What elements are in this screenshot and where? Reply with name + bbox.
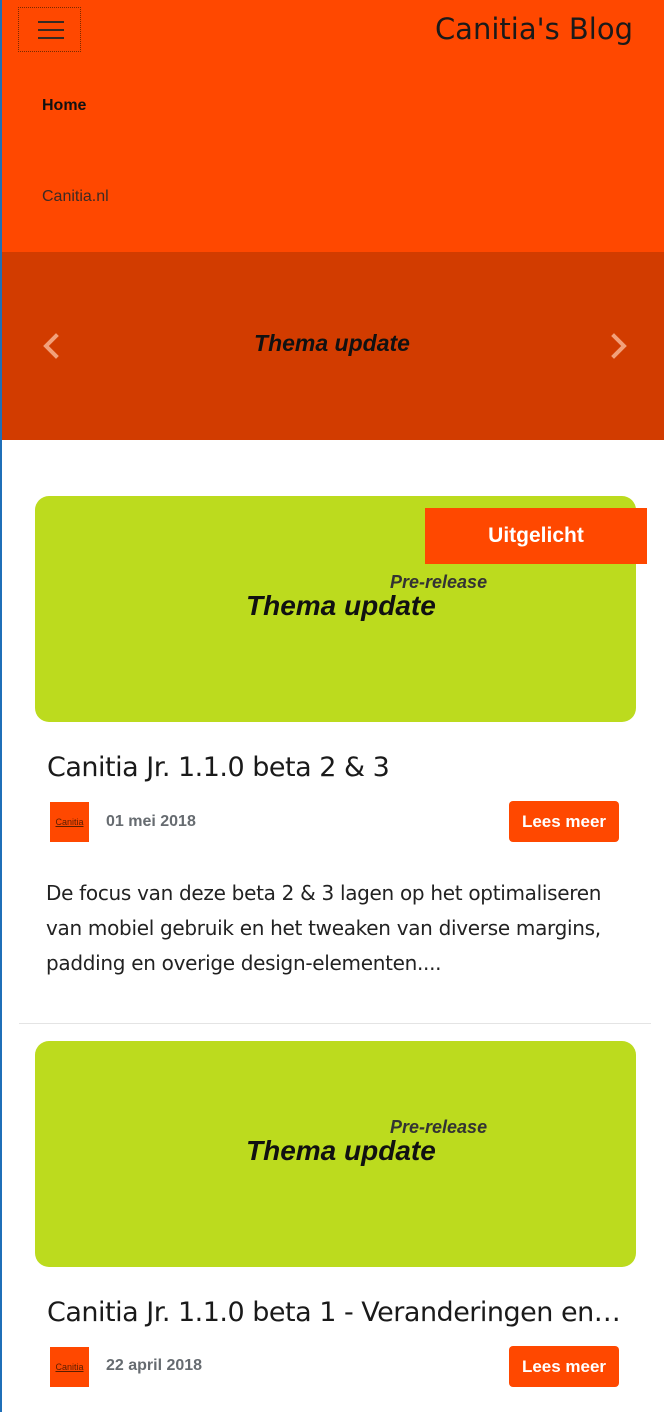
page-left-border: [0, 0, 2, 1412]
hamburger-menu-button[interactable]: [18, 7, 81, 52]
image-title: Thema update: [246, 1135, 436, 1166]
image-title: Thema update: [246, 590, 436, 621]
post-title[interactable]: Canitia Jr. 1.1.0 beta 2 & 3: [47, 752, 627, 783]
post-excerpt: De focus van deze beta 2 & 3 lagen op he…: [46, 881, 602, 975]
post-date: 01 mei 2018: [106, 813, 196, 830]
post-title[interactable]: Canitia Jr. 1.1.0 beta 1 - Veranderingen…: [47, 1297, 627, 1328]
featured-carousel: Thema update: [0, 252, 664, 440]
post-divider: [19, 1023, 651, 1024]
nav-item-home[interactable]: Home: [42, 97, 86, 115]
featured-badge: Uitgelicht: [425, 508, 647, 564]
post-date: 22 april 2018: [106, 1357, 203, 1374]
carousel-slide-title[interactable]: Thema update: [0, 330, 664, 357]
author-avatar[interactable]: Canitia: [50, 1347, 89, 1387]
hamburger-icon: [38, 21, 64, 23]
read-more-button[interactable]: Lees meer: [509, 1346, 619, 1387]
site-brand[interactable]: Canitia's Blog: [435, 12, 633, 46]
chevron-right-icon[interactable]: [606, 332, 630, 360]
post-image[interactable]: Pre-release Thema update: [35, 1041, 636, 1267]
nav-item-canitia-nl[interactable]: Canitia.nl: [42, 188, 109, 206]
read-more-button[interactable]: Lees meer: [509, 801, 619, 842]
author-avatar[interactable]: Canitia: [50, 802, 89, 842]
site-header: Canitia's Blog Home Canitia.nl: [0, 0, 664, 252]
